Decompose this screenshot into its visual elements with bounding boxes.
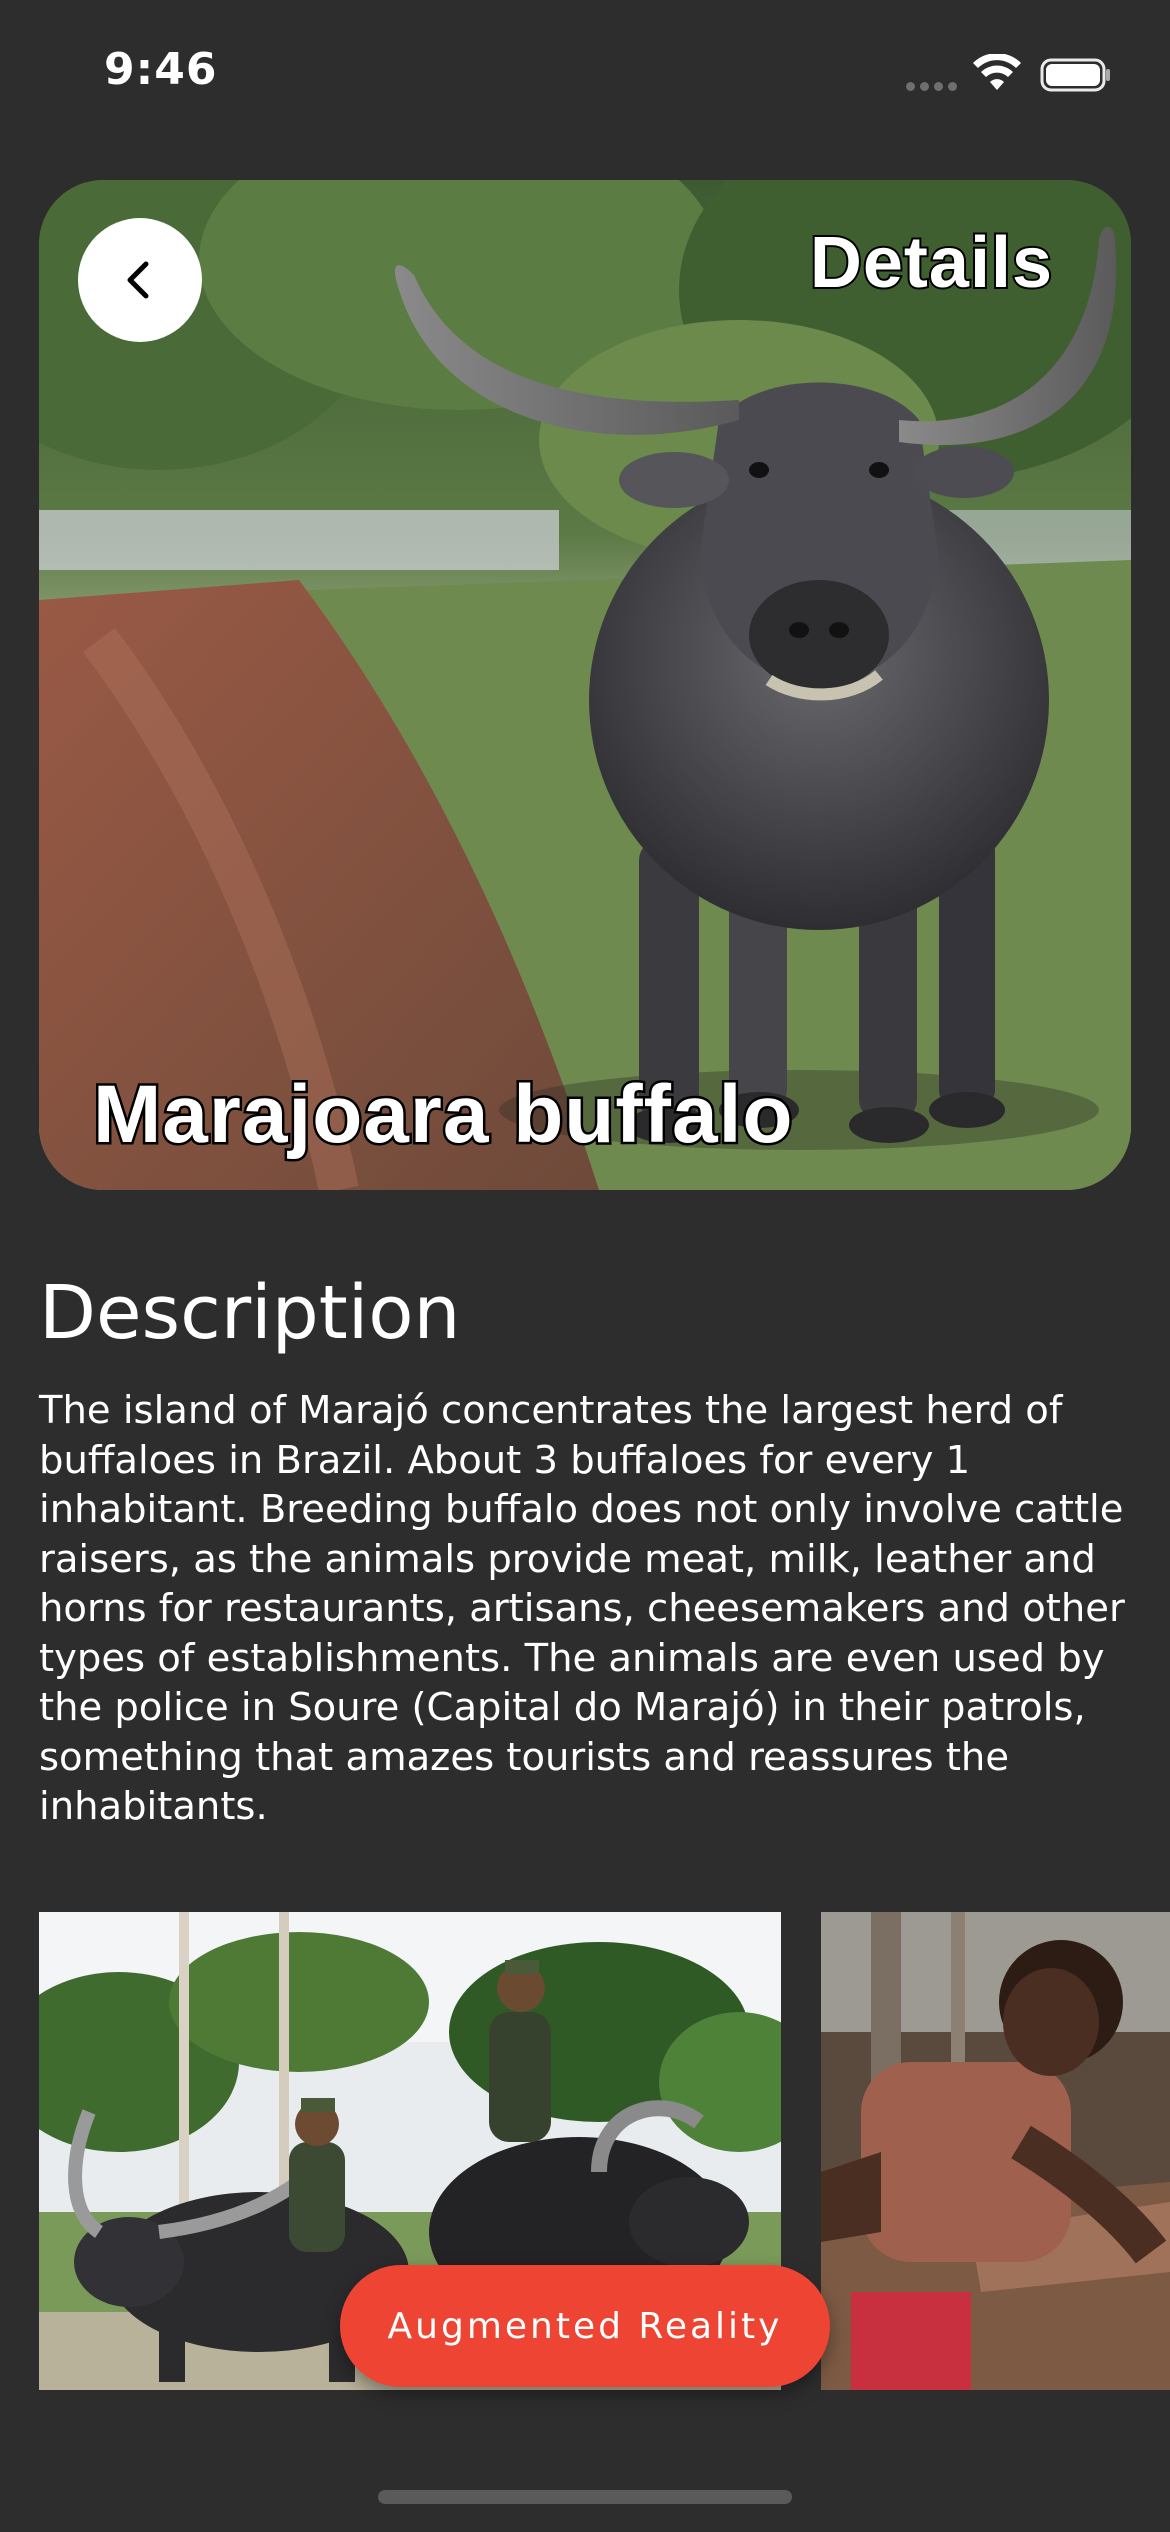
artisan-working-leather-photo: [821, 1912, 1170, 2390]
home-indicator[interactable]: [378, 2490, 792, 2504]
page-title: Details: [808, 221, 1054, 305]
buffalo-photo: [39, 180, 1131, 1190]
gallery-photo-artisan[interactable]: [821, 1912, 1170, 2390]
description-text: The island of Marajó concentrates the la…: [39, 1388, 1125, 1829]
battery-icon: [1040, 58, 1110, 92]
animal-name: Marajoara buffalo: [90, 1067, 794, 1163]
status-time: 9:46: [104, 44, 218, 95]
wifi-icon: [973, 54, 1021, 90]
chevron-left-icon: [127, 261, 149, 299]
augmented-reality-button[interactable]: Augmented Reality: [340, 2265, 830, 2387]
cellular-signal-icon: [906, 82, 958, 92]
back-button[interactable]: [78, 218, 202, 342]
description-heading: Description: [39, 1270, 461, 1356]
hero-card: Details Marajoara buffalo: [39, 180, 1131, 1190]
status-bar: 9:46: [0, 0, 1170, 150]
